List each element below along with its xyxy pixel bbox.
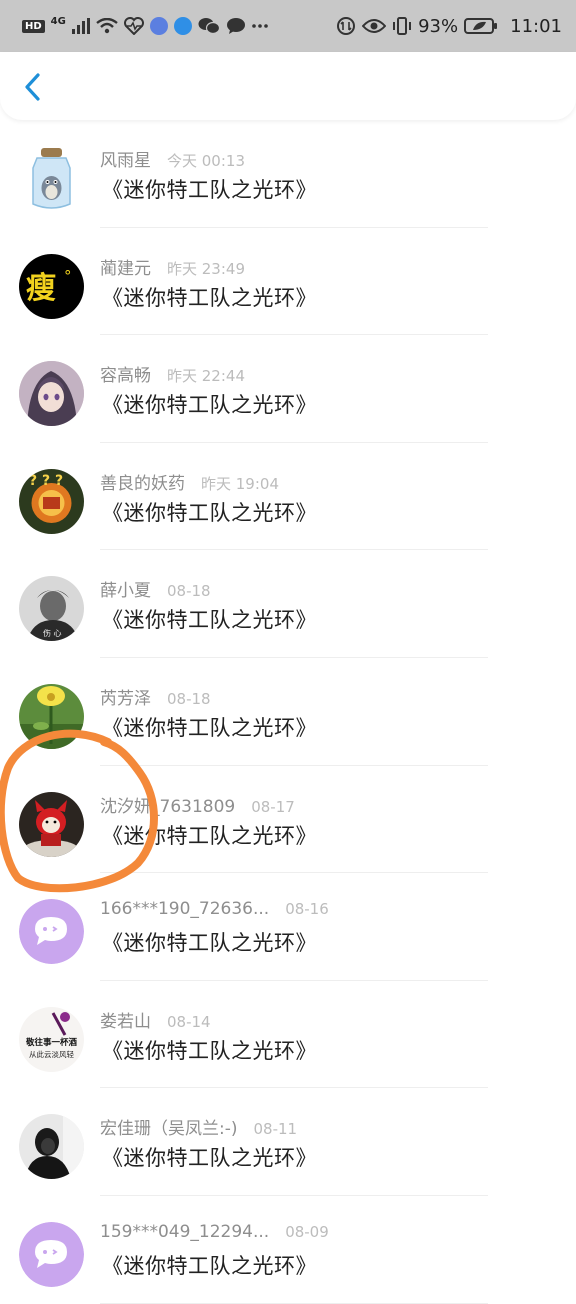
- avatar[interactable]: [19, 146, 84, 211]
- message-list-item[interactable]: 沈汐妍_7631809 08-17 《迷你特工队之光环》: [0, 766, 576, 874]
- message-meta: 风雨星 今天 00:13: [100, 146, 245, 171]
- battery-icon: [464, 18, 498, 34]
- message-meta: 芮芳泽 08-18: [100, 684, 211, 709]
- message-date: 昨天 22:44: [167, 367, 245, 386]
- message-list-item[interactable]: 敬往事一杯酒 从此云淡风轻 娄若山 08-14 《迷你特工队之光环》: [0, 981, 576, 1089]
- message-meta: 166***190_72636... 08-16: [100, 899, 329, 919]
- message-date: 08-14: [167, 1012, 211, 1031]
- message-meta: 善良的妖药 昨天 19:04: [100, 469, 279, 494]
- signal-icon: [71, 18, 90, 34]
- message-date: 08-17: [251, 797, 295, 816]
- message-list-item[interactable]: 容高畅 昨天 22:44 《迷你特工队之光环》: [0, 335, 576, 443]
- data-saver-icon: [337, 17, 356, 35]
- chat-bubble-icon: [226, 18, 245, 34]
- eye-icon: [362, 19, 387, 33]
- message-date: 08-18: [167, 689, 211, 708]
- message-meta: 容高畅 昨天 22:44: [100, 361, 245, 386]
- message-meta: 薛小夏 08-18: [100, 576, 211, 601]
- message-date: 昨天 19:04: [201, 474, 279, 493]
- clock-time: 11:01: [510, 15, 562, 37]
- message-list: 风雨星 今天 00:13 《迷你特工队之光环》瘦 ° 蔺建元 昨天 23:49 《迷你特工队…: [0, 120, 576, 1304]
- status-bar-left: HD 4G: [22, 15, 268, 35]
- more-dots-icon: [252, 24, 268, 28]
- message-text: 《迷你特工队之光环》: [102, 500, 317, 525]
- sender-name: 159***049_12294...: [100, 1221, 270, 1242]
- sender-name: 容高畅: [100, 366, 151, 387]
- sender-name: 166***190_72636...: [100, 899, 270, 920]
- message-meta: 娄若山 08-14: [100, 1007, 211, 1032]
- svg-text:? ? ?: ? ? ?: [29, 473, 63, 489]
- message-list-item[interactable]: 瘦 ° 蔺建元 昨天 23:49 《迷你特工队之光环》: [0, 228, 576, 336]
- message-list-item[interactable]: 伤 心 薛小夏 08-18 《迷你特工队之光环》: [0, 550, 576, 658]
- svg-text:瘦: 瘦: [26, 271, 56, 306]
- sender-name: 薛小夏: [100, 581, 151, 602]
- wifi-icon: [96, 18, 118, 34]
- message-text: 《迷你特工队之光环》: [102, 178, 317, 202]
- avatar[interactable]: [19, 899, 84, 965]
- music-app-icon: [149, 17, 168, 35]
- message-date: 昨天 23:49: [167, 259, 245, 278]
- avatar[interactable]: [19, 683, 84, 749]
- message-list-item[interactable]: 宏佳珊（吴凤兰:-) 08-11 《迷你特工队之光环》: [0, 1088, 576, 1196]
- message-text: 《迷你特工队之光环》: [102, 931, 317, 956]
- message-meta: 宏佳珊（吴凤兰:-) 08-11: [100, 1114, 297, 1139]
- message-text: 《迷你特工队之光环》: [102, 823, 317, 848]
- avatar[interactable]: 敬往事一杯酒 从此云淡风轻: [19, 1006, 84, 1072]
- sender-name: 风雨星: [100, 151, 151, 171]
- message-list-item[interactable]: 芮芳泽 08-18 《迷你特工队之光环》: [0, 658, 576, 766]
- message-date: 今天 00:13: [167, 152, 245, 170]
- avatar[interactable]: 伤 心: [19, 576, 84, 642]
- top-nav-bar: [0, 52, 576, 120]
- message-text: 《迷你特工队之光环》: [102, 608, 317, 633]
- message-list-item[interactable]: ? ? ? 善良的妖药 昨天 19:04 《迷你特工队之光环》: [0, 443, 576, 551]
- message-list-item[interactable]: 风雨星 今天 00:13 《迷你特工队之光环》: [0, 120, 576, 228]
- sender-name: 娄若山: [100, 1011, 151, 1032]
- message-date: 08-09: [285, 1222, 329, 1241]
- message-meta: 沈汐妍_7631809 08-17: [100, 792, 295, 817]
- message-list-item[interactable]: 159***049_12294... 08-09 《迷你特工队之光环》: [0, 1196, 576, 1304]
- message-text: 《迷你特工队之光环》: [102, 715, 317, 740]
- wechat-icon: [198, 18, 220, 35]
- message-text: 《迷你特工队之光环》: [102, 393, 317, 418]
- message-list-item[interactable]: 166***190_72636... 08-16 《迷你特工队之光环》: [0, 873, 576, 981]
- avatar[interactable]: [19, 791, 84, 857]
- avatar[interactable]: [19, 361, 84, 427]
- svg-text:°: °: [64, 267, 72, 285]
- message-date: 08-11: [253, 1120, 298, 1139]
- avatar-calligraphy-line-1: 敬往事一杯酒: [25, 1037, 78, 1048]
- sender-name: 宏佳珊（吴凤兰:-): [100, 1119, 238, 1140]
- message-text: 《迷你特工队之光环》: [102, 1038, 317, 1063]
- message-meta: 蔺建元 昨天 23:49: [100, 254, 245, 279]
- message-text: 《迷你特工队之光环》: [102, 1253, 317, 1278]
- network-type: 4G: [50, 15, 66, 27]
- avatar-calligraphy-line-2: 从此云淡风轻: [29, 1049, 74, 1059]
- divider: [100, 1302, 488, 1304]
- avatar[interactable]: [19, 1221, 84, 1287]
- status-bar: HD 4G 93% 11:01: [0, 0, 576, 52]
- sender-name: 沈汐妍_7631809: [100, 796, 236, 817]
- vibrate-icon: [393, 17, 412, 35]
- message-date: 08-16: [285, 900, 329, 919]
- message-text: 《迷你特工队之光环》: [102, 1146, 317, 1171]
- svg-text:伤 心: 伤 心: [43, 628, 62, 638]
- message-text: 《迷你特工队之光环》: [102, 285, 317, 310]
- heart-rate-icon: [123, 17, 144, 35]
- hd-badge: HD: [22, 19, 45, 33]
- battery-percent: 93%: [418, 15, 459, 37]
- status-bar-right: 93% 11:01: [336, 16, 562, 37]
- avatar[interactable]: ? ? ?: [19, 468, 84, 534]
- avatar[interactable]: [19, 1114, 84, 1180]
- avatar[interactable]: 瘦 °: [19, 253, 84, 319]
- message-meta: 159***049_12294... 08-09: [100, 1222, 329, 1242]
- sender-name: 蔺建元: [100, 258, 151, 279]
- chevron-left-icon[interactable]: [18, 68, 48, 106]
- sender-name: 芮芳泽: [100, 688, 151, 709]
- browser-app-icon: [173, 17, 192, 35]
- message-date: 08-18: [167, 582, 211, 601]
- sender-name: 善良的妖药: [100, 473, 185, 494]
